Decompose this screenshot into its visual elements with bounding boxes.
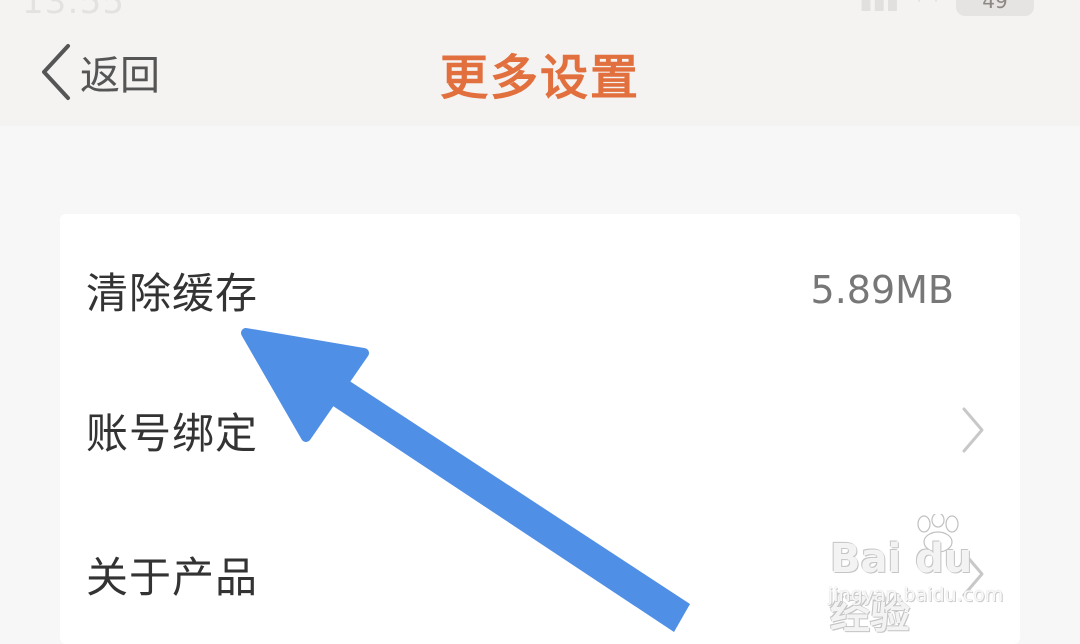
row-label: 清除缓存 bbox=[86, 268, 259, 318]
account-binding-row[interactable]: 账号绑定 bbox=[60, 360, 1020, 500]
about-product-row[interactable]: 关于产品 bbox=[60, 504, 1020, 644]
chevron-right-icon bbox=[962, 407, 984, 453]
status-time: 13:55 bbox=[22, 0, 125, 22]
battery-level: 49 bbox=[982, 0, 1008, 13]
status-bar: 13:55 ▮▮▮ ◠ 49 bbox=[0, 0, 1080, 22]
nav-header: 返回 更多设置 bbox=[0, 22, 1080, 126]
cache-size-value: 5.89MB bbox=[810, 268, 954, 312]
signal-icon: ▮▮▮ bbox=[859, 0, 900, 14]
page-title: 更多设置 bbox=[439, 50, 640, 106]
chevron-right-icon bbox=[962, 551, 984, 597]
wifi-icon: ◠ bbox=[917, 0, 938, 14]
row-label: 账号绑定 bbox=[86, 408, 259, 458]
status-icons: ▮▮▮ ◠ 49 bbox=[859, 0, 1034, 16]
row-label: 关于产品 bbox=[86, 552, 259, 602]
clear-cache-row[interactable]: 清除缓存 5.89MB bbox=[60, 220, 1020, 360]
settings-card: 清除缓存 5.89MB 账号绑定 关于产品 bbox=[60, 214, 1020, 644]
battery-icon: 49 bbox=[956, 0, 1034, 16]
